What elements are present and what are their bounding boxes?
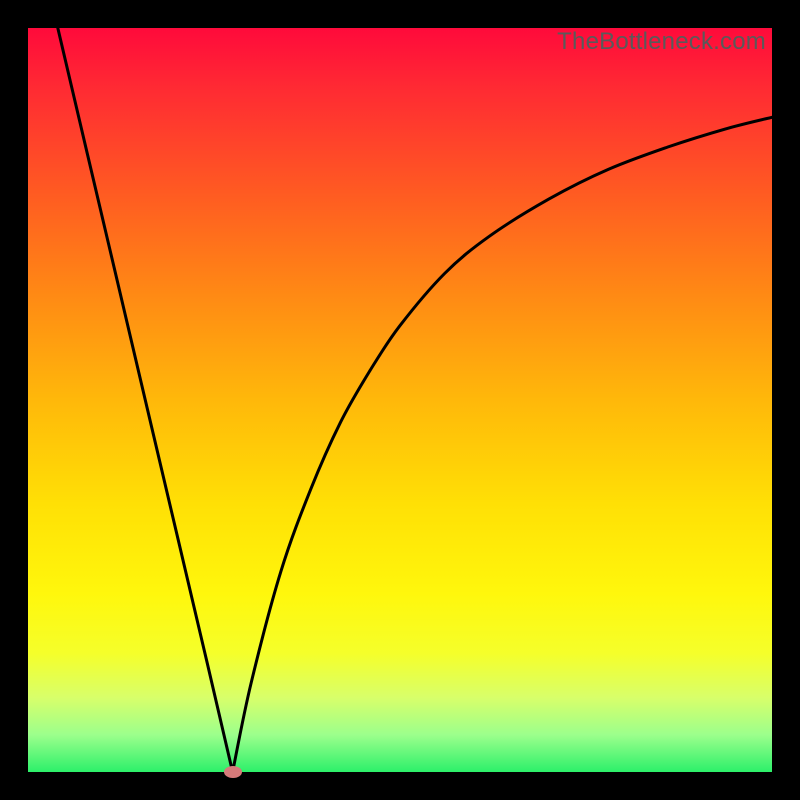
optimal-point-marker bbox=[224, 766, 242, 778]
plot-area: TheBottleneck.com bbox=[28, 28, 772, 772]
bottleneck-curve bbox=[28, 28, 772, 772]
chart-frame: TheBottleneck.com bbox=[0, 0, 800, 800]
